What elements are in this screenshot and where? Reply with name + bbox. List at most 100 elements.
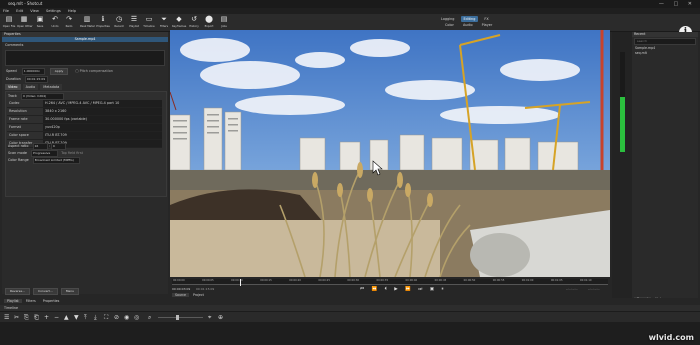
tab-audio[interactable]: Audio: [22, 84, 39, 90]
scrub-icon[interactable]: ⛶: [104, 314, 108, 321]
zoom-slider[interactable]: [158, 315, 203, 320]
tab-source[interactable]: Source: [172, 293, 189, 297]
pitch-compensation-checkbox[interactable]: ▢ Pitch compensation: [75, 69, 113, 73]
snap-icon[interactable]: ⤓: [94, 314, 97, 321]
tick-label: 00:00:40: [405, 279, 418, 282]
cut-icon[interactable]: ✂: [14, 314, 19, 321]
tab-project[interactable]: Project: [190, 293, 207, 297]
speed-input[interactable]: 1.000000x: [21, 68, 45, 75]
menu-edit[interactable]: Edit: [16, 9, 23, 13]
layout-player[interactable]: Player: [479, 22, 496, 28]
layout-color[interactable]: Color: [442, 22, 457, 28]
menu-help[interactable]: Help: [68, 9, 76, 13]
tab-filters[interactable]: Filters: [23, 299, 39, 303]
export-button[interactable]: ⬤ Export: [202, 15, 216, 30]
scan-mode-select[interactable]: Progressive: [31, 150, 59, 157]
keyframes-button[interactable]: ◆ Keyframes: [172, 15, 186, 30]
skip-to-end-icon[interactable]: ⏭: [418, 287, 425, 292]
timeline-button[interactable]: ▭ Timeline: [142, 15, 156, 30]
tick-label: 00:00:55: [492, 279, 505, 282]
tab-properties[interactable]: Properties: [40, 299, 63, 303]
open-file-button[interactable]: ▤ Open File: [2, 15, 16, 30]
menu-file[interactable]: File: [3, 9, 9, 13]
tab-metadata[interactable]: Metadata: [40, 84, 63, 90]
apply-speed-button[interactable]: Apply: [49, 68, 69, 75]
recent-button[interactable]: ◷ Recent: [112, 15, 126, 30]
jobs-icon: ▤: [220, 15, 228, 23]
duration-input[interactable]: 00:01:15:09: [24, 76, 48, 83]
tick-label: 00:00:50: [463, 279, 476, 282]
overwrite-icon[interactable]: ▼: [74, 314, 79, 321]
minimize-button[interactable]: —: [659, 1, 668, 7]
peak-meter-icon: ▥: [83, 15, 91, 23]
play-icon[interactable]: ▶: [394, 287, 400, 292]
convert-button[interactable]: Convert...: [33, 288, 58, 295]
zoom-in-icon[interactable]: ⌖: [208, 314, 211, 321]
lift-icon[interactable]: ▲: [64, 314, 69, 321]
toggle-zoom-icon[interactable]: ▣: [430, 287, 437, 292]
color-range-select[interactable]: Broadcast Limited (MPEG): [32, 157, 80, 164]
recent-search-input[interactable]: search: [634, 38, 696, 45]
table-row: Color space ITU-R BT.709: [7, 132, 162, 140]
aspect-numerator-input[interactable]: 16: [32, 143, 48, 150]
field-order-select[interactable]: Top field first: [61, 151, 83, 155]
reverse-button[interactable]: Reverse...: [5, 288, 30, 295]
ripple-all-icon[interactable]: ◉: [124, 314, 129, 321]
properties-icon: ℹ: [101, 15, 105, 23]
keyframes-icon: ◆: [176, 15, 182, 23]
history-button[interactable]: ↺ History: [187, 15, 201, 30]
split-icon[interactable]: ⤒: [84, 314, 87, 321]
properties-button[interactable]: ℹ Properties: [96, 15, 110, 30]
rewind-icon[interactable]: ⏪: [372, 287, 381, 292]
redo-button[interactable]: ↷ Redo: [62, 15, 76, 30]
audio-meter-panel: [612, 32, 632, 304]
track-select[interactable]: 0 (Video: h264): [20, 93, 64, 100]
undo-button[interactable]: ↶ Undo: [48, 15, 62, 30]
playhead[interactable]: [240, 279, 241, 286]
menu-settings[interactable]: Settings: [46, 9, 61, 13]
timeline-menu-icon[interactable]: ☰: [4, 314, 9, 321]
open-other-button[interactable]: ▦ Open Other: [17, 15, 33, 30]
list-item[interactable]: seq.mlt: [635, 51, 698, 56]
audio-meter: [620, 52, 625, 152]
save-button[interactable]: ▣ Save: [33, 15, 47, 30]
menu-view[interactable]: View: [30, 9, 39, 13]
tab-video[interactable]: Video: [5, 84, 21, 90]
out-point[interactable]: --:--:--:--: [588, 287, 600, 291]
timeline-tracks[interactable]: wlvid.com: [0, 322, 700, 345]
audio-meter-level: [620, 97, 625, 152]
zoom-fit-icon[interactable]: ⊕: [218, 314, 223, 321]
ripple-delete-icon[interactable]: −: [54, 314, 59, 321]
close-button[interactable]: ✕: [688, 1, 696, 7]
color-range-label: Color Range: [8, 158, 29, 162]
zoom-slider-handle[interactable]: [176, 315, 179, 320]
table-row: Format yuv420p: [7, 124, 162, 132]
paste-icon[interactable]: ⎗: [34, 314, 39, 321]
append-icon[interactable]: +: [44, 314, 49, 321]
timeline-icon: ▭: [145, 15, 153, 23]
in-point[interactable]: --:--:--:--: [566, 287, 578, 291]
tab-playlist[interactable]: Playlist: [4, 299, 22, 303]
ripple-icon[interactable]: ⊘: [114, 314, 119, 321]
copy-icon[interactable]: ⎘: [24, 314, 29, 321]
jobs-button[interactable]: ▤ Jobs: [217, 15, 231, 30]
filters-button[interactable]: ⏷ Filters: [157, 15, 171, 30]
layout-audio[interactable]: Audio: [460, 22, 476, 28]
zoom-out-icon[interactable]: ⌕: [148, 314, 151, 321]
video-viewer[interactable]: [170, 30, 610, 277]
aspect-denominator-input[interactable]: 9: [50, 143, 66, 150]
step-back-icon[interactable]: ⏴: [385, 287, 390, 292]
peak-meter-button[interactable]: ▥ Peak Meter: [80, 15, 95, 30]
maximize-button[interactable]: □: [673, 1, 682, 7]
skip-to-start-icon[interactable]: ⏮: [360, 287, 367, 292]
ripple-markers-icon[interactable]: ◎: [134, 314, 139, 321]
tick-label: 00:00:35: [376, 279, 389, 282]
comments-field[interactable]: [5, 50, 165, 66]
scrubber-bar[interactable]: 00:00:00 00:00:05 00:00:10 00:00:15 00:00:20…: [172, 279, 608, 286]
playlist-button[interactable]: ☰ Playlist: [127, 15, 141, 30]
pause-icon[interactable]: ⏸: [441, 287, 446, 292]
menu-button[interactable]: Menu: [60, 288, 80, 295]
fast-forward-icon[interactable]: ⏩: [405, 287, 414, 292]
tick-label: 00:00:45: [434, 279, 447, 282]
current-timecode[interactable]: 00:00:03:09: [172, 287, 190, 291]
